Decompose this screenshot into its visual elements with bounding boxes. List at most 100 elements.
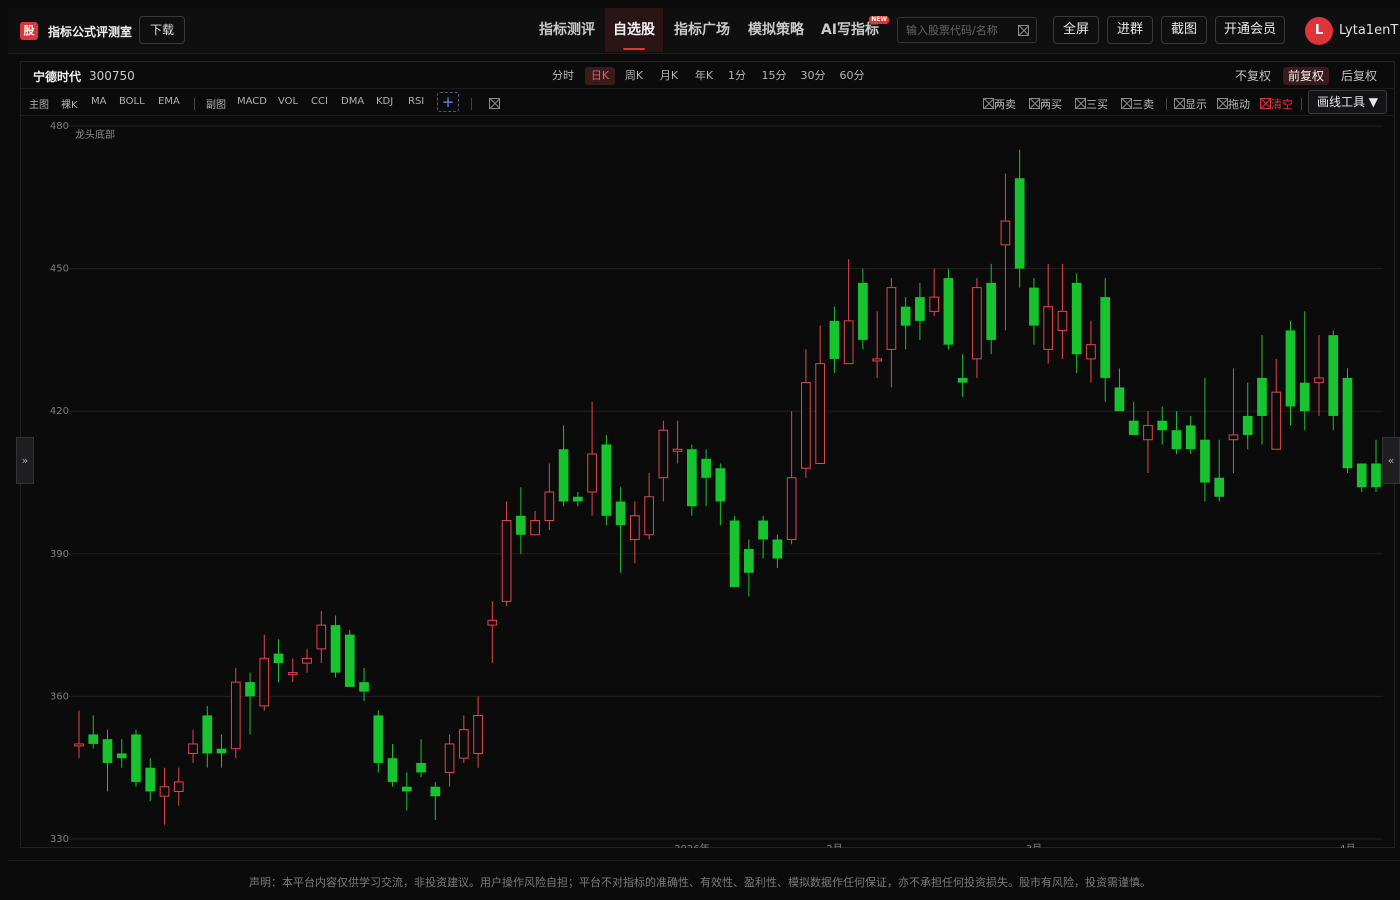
- add-indicator-button[interactable]: +: [437, 92, 459, 112]
- candle-body: [772, 539, 783, 559]
- candle-body: [986, 282, 997, 340]
- candle-body: [886, 287, 897, 350]
- indicator-toolbar: 主图 裸K MA BOLL EMA 副图 MACD VOL CCI DMA KD…: [21, 88, 1394, 116]
- left-panel-toggle[interactable]: »: [16, 437, 34, 484]
- candle-body: [1057, 310, 1068, 331]
- username[interactable]: Lyta1enT: [1339, 23, 1398, 38]
- toggle-three-buy[interactable]: 三买: [1075, 96, 1108, 112]
- nav-simulated-strategy[interactable]: 模拟策略: [739, 8, 813, 52]
- candle-body: [544, 491, 555, 522]
- candle-body: [359, 682, 369, 692]
- join-group-button[interactable]: 进群: [1107, 16, 1153, 44]
- period-1min[interactable]: 1分: [723, 67, 751, 85]
- nav-ai-indicator[interactable]: AI写指标 NEW: [813, 8, 889, 52]
- checkbox-icon: [1029, 98, 1040, 109]
- candle-body: [458, 729, 469, 759]
- y-tick-label: 450: [50, 264, 69, 275]
- indicator-cci[interactable]: CCI: [311, 96, 328, 107]
- indicator-rsi[interactable]: RSI: [408, 96, 424, 107]
- nav-label: 指标测评: [539, 22, 595, 38]
- new-badge: NEW: [869, 16, 889, 24]
- candle-body: [102, 739, 113, 763]
- stock-search[interactable]: [897, 17, 1037, 43]
- indicator-kdj[interactable]: KDJ: [376, 96, 393, 107]
- y-tick-label: 480: [50, 121, 69, 132]
- avatar[interactable]: L: [1305, 17, 1333, 45]
- candle-body: [1171, 430, 1182, 450]
- adjust-backward[interactable]: 后复权: [1337, 67, 1381, 85]
- toggle-drag[interactable]: 拖动: [1217, 96, 1250, 112]
- indicator-dma[interactable]: DMA: [341, 96, 364, 107]
- nav-indicator-review[interactable]: 指标测评: [530, 8, 604, 52]
- period-intraday[interactable]: 分时: [548, 67, 578, 85]
- divider: [1166, 98, 1167, 110]
- candle-body: [1200, 439, 1210, 483]
- nav-indicator-square[interactable]: 指标广场: [665, 8, 739, 52]
- indicator-vol[interactable]: VOL: [278, 96, 298, 107]
- period-15min[interactable]: 15分: [757, 67, 791, 85]
- period-daily[interactable]: 日K: [585, 67, 615, 85]
- x-tick-label: 2月: [826, 843, 842, 848]
- period-monthly[interactable]: 月K: [654, 67, 684, 85]
- toggle-two-sell[interactable]: 两卖: [983, 96, 1016, 112]
- open-membership-button[interactable]: 开通会员: [1215, 16, 1285, 44]
- toggle-three-sell[interactable]: 三卖: [1121, 96, 1154, 112]
- sub-chart-label: 副图: [206, 100, 226, 111]
- adjust-none[interactable]: 不复权: [1231, 67, 1275, 85]
- candle-body: [587, 453, 597, 493]
- toggle-label: 两买: [1040, 98, 1062, 111]
- fullscreen-button[interactable]: 全屏: [1053, 16, 1099, 44]
- candle-body: [843, 320, 854, 365]
- candle-body: [687, 449, 697, 507]
- footer-divider: [8, 860, 1400, 861]
- candlestick-chart[interactable]: 480 450 420 390 360 330 龙头底部 2026年 2月 3月 4月: [21, 118, 1394, 848]
- candle-body: [145, 767, 156, 792]
- toggle-two-buy[interactable]: 两买: [1029, 96, 1062, 112]
- main-chart-label: 主图: [29, 100, 49, 111]
- candle-body: [202, 715, 213, 754]
- drawing-tools-button[interactable]: 画线工具 ▼: [1308, 90, 1387, 114]
- search-input[interactable]: [906, 22, 1010, 38]
- candle-body: [672, 448, 683, 452]
- download-button[interactable]: 下载: [139, 16, 185, 44]
- period-yearly[interactable]: 年K: [689, 67, 719, 85]
- search-icon[interactable]: [1018, 25, 1029, 36]
- candle-body: [858, 282, 868, 340]
- active-tab-indicator: [623, 48, 645, 50]
- candle-body: [131, 734, 141, 782]
- candle-body: [116, 753, 127, 759]
- x-tick-label: 3月: [1026, 843, 1042, 848]
- candle-body: [644, 496, 654, 536]
- candle-body: [615, 501, 626, 526]
- period-60min[interactable]: 60分: [835, 67, 869, 85]
- candle-body: [1043, 306, 1054, 350]
- period-30min[interactable]: 30分: [796, 67, 830, 85]
- candle-body: [1029, 287, 1039, 326]
- app-title: 指标公式评测室: [48, 25, 133, 39]
- candle-body: [1114, 387, 1125, 412]
- candle-body: [230, 681, 241, 750]
- period-weekly[interactable]: 周K: [619, 67, 649, 85]
- nav-watchlist[interactable]: 自选股: [605, 8, 663, 52]
- candle-body: [744, 549, 754, 573]
- indicator-settings-icon[interactable]: [489, 98, 500, 109]
- top-bar: 股 指标公式评测室 下载 指标测评 自选股 指标广场 模拟策略 AI写指标 NEW…: [8, 8, 1400, 54]
- screenshot-button[interactable]: 截图: [1161, 16, 1207, 44]
- adjust-forward[interactable]: 前复权: [1283, 67, 1329, 85]
- indicator-macd[interactable]: MACD: [237, 96, 267, 107]
- candle-body: [715, 468, 726, 502]
- indicator-ema[interactable]: EMA: [158, 96, 180, 107]
- toggle-show[interactable]: 显示: [1174, 96, 1207, 112]
- indicator-ma[interactable]: MA: [91, 96, 106, 107]
- candle-body: [929, 296, 940, 312]
- candle-body: [1342, 377, 1353, 469]
- app-logo: 股: [20, 22, 38, 40]
- toggle-label: 显示: [1185, 98, 1207, 111]
- candle-body: [259, 657, 270, 707]
- checkbox-icon: [1217, 98, 1228, 109]
- indicator-bare-k[interactable]: 裸K: [61, 96, 78, 111]
- right-panel-toggle[interactable]: «: [1382, 437, 1400, 484]
- indicator-boll[interactable]: BOLL: [119, 96, 145, 107]
- y-tick-label: 330: [50, 834, 69, 845]
- toggle-clear[interactable]: 清空: [1260, 96, 1293, 112]
